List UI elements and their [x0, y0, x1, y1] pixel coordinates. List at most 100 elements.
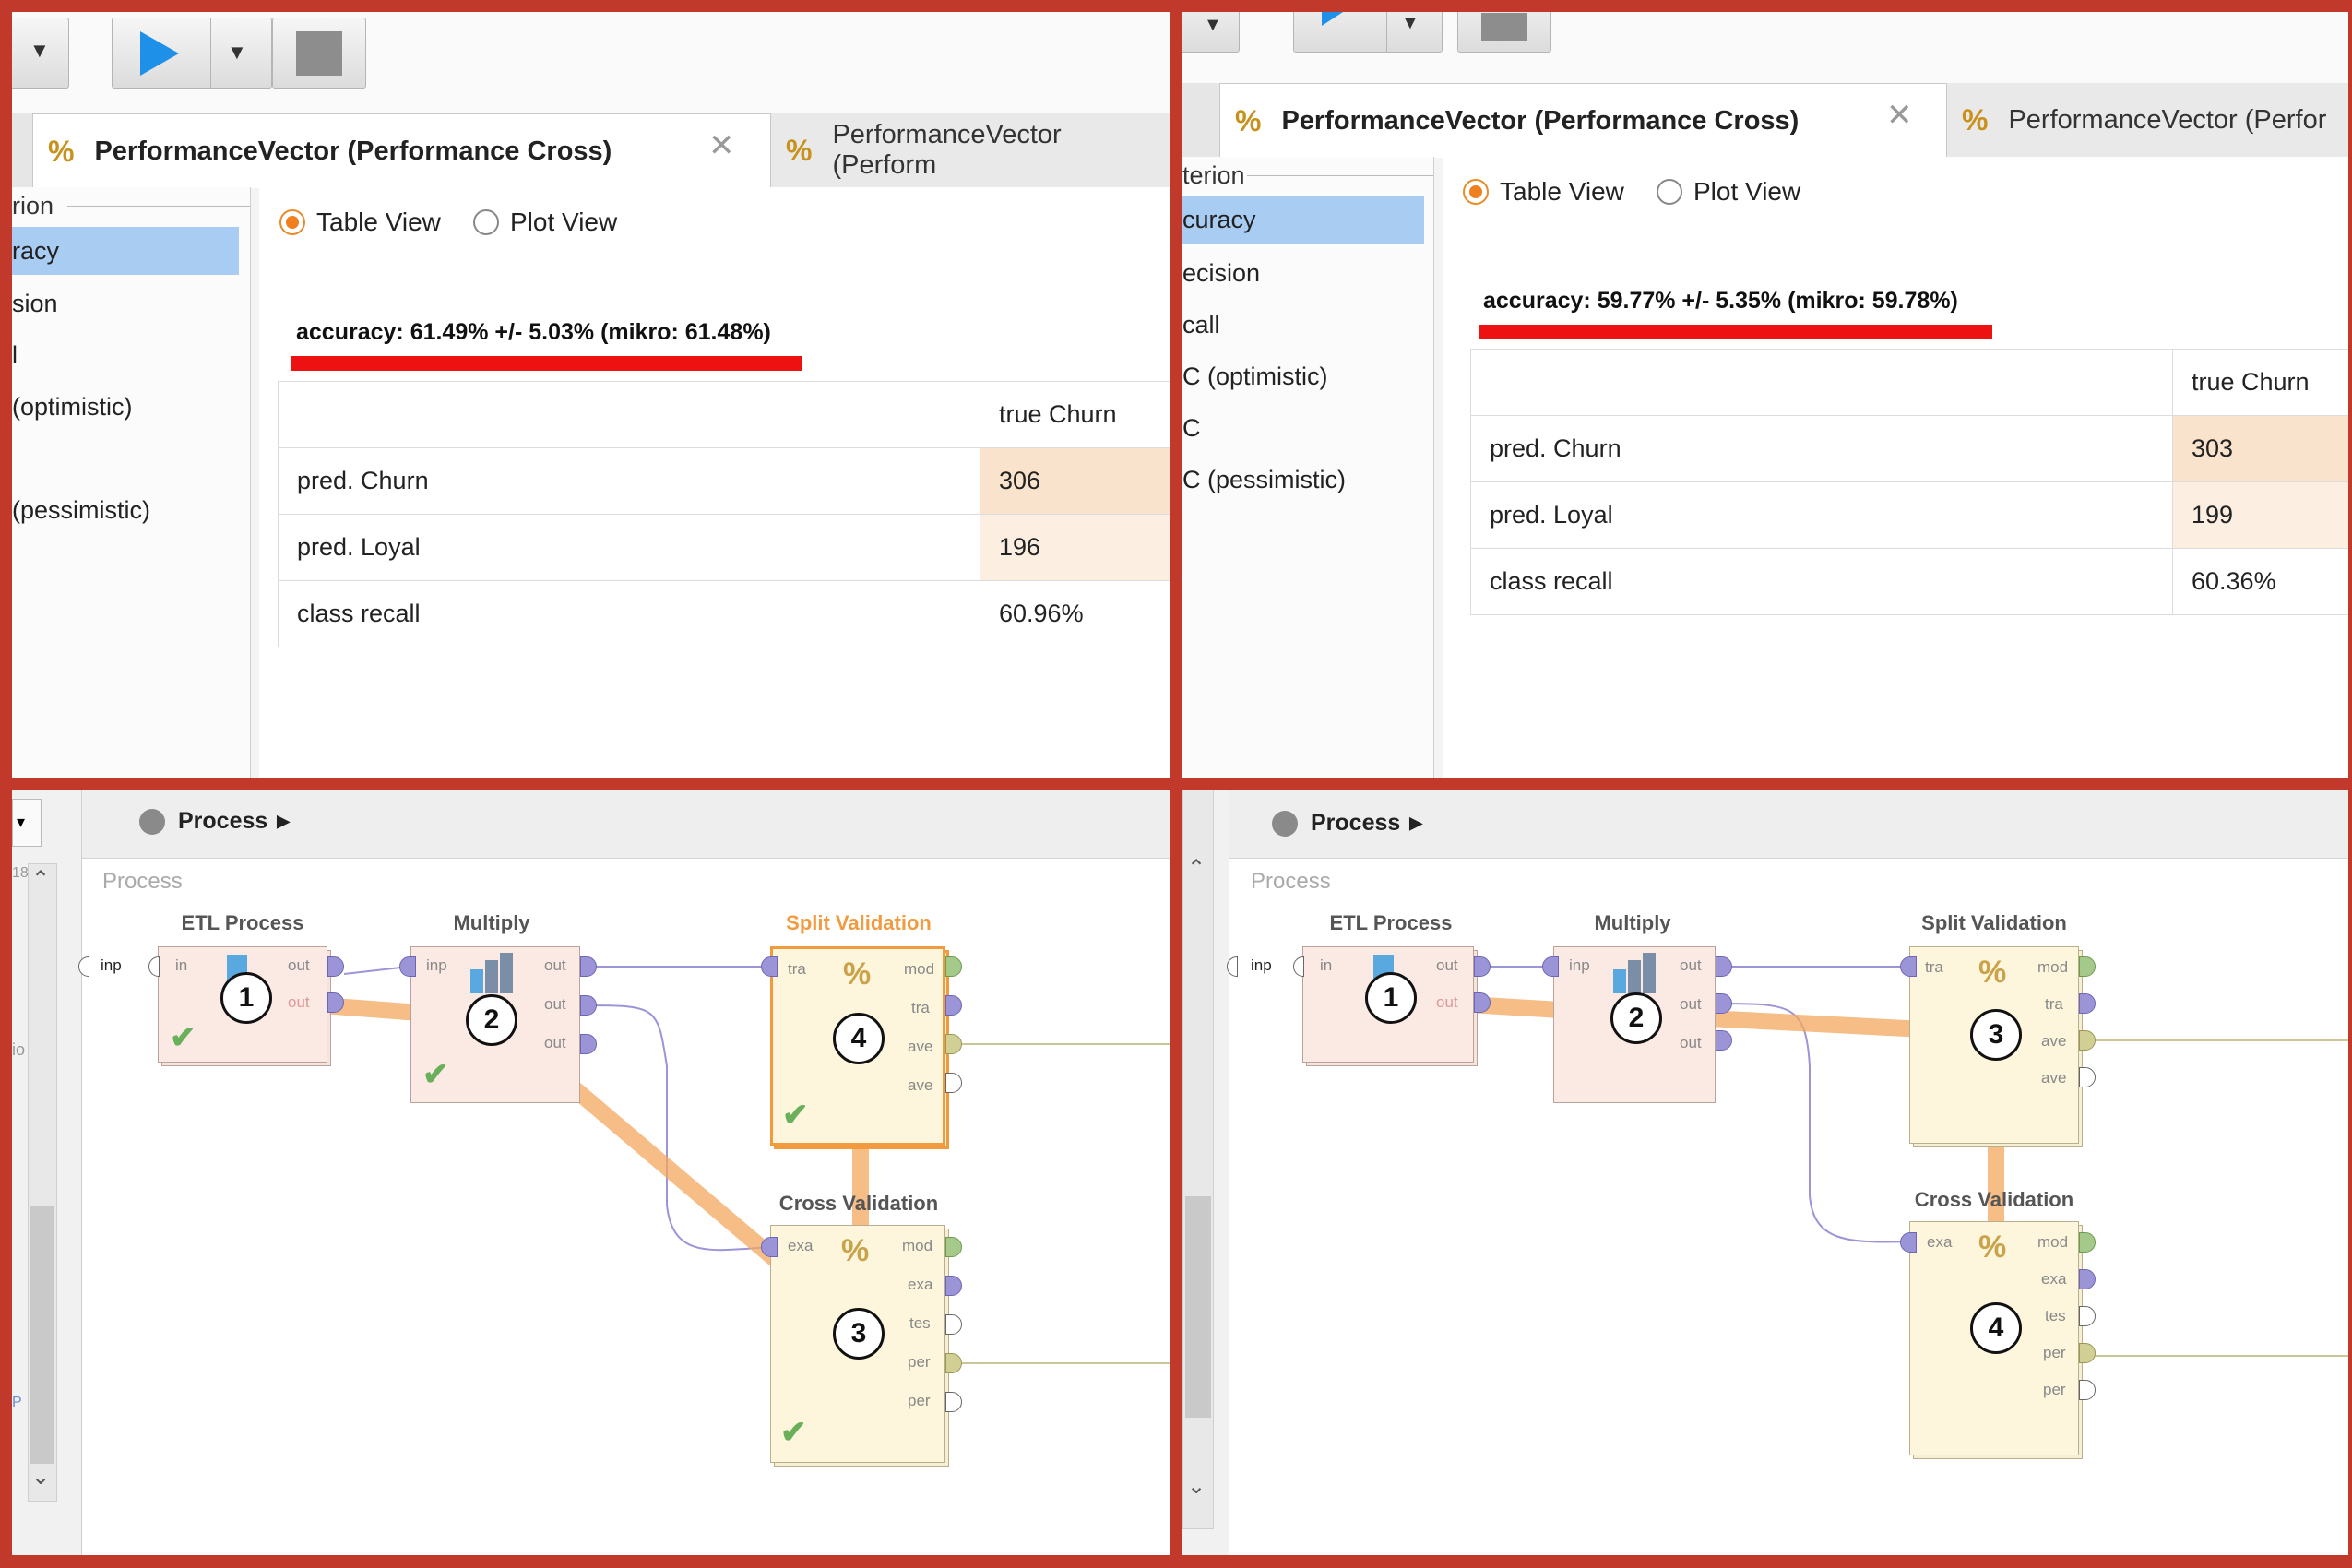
port-label: out: [1680, 956, 1702, 974]
connections: [249, 966, 1170, 1364]
criterion-accuracy[interactable]: racy: [12, 227, 239, 275]
criterion-auc-pessimistic[interactable]: C (pessimistic): [1182, 456, 1433, 504]
multiply-icon: [1613, 953, 1656, 993]
operator-name: Cross Validation: [778, 1192, 939, 1215]
port-label: out: [544, 1034, 566, 1051]
tab-performance-vector[interactable]: % PerformanceVector (Performance Cross) …: [1219, 83, 1948, 158]
criterion-auc-optimistic[interactable]: (optimistic): [12, 383, 250, 431]
cell-value: 306: [980, 447, 1170, 515]
radio-unselected-icon: [473, 209, 499, 235]
stop-button[interactable]: [1457, 12, 1551, 53]
process-panel-right: ⌃ ⌄ Process ▶ Process inp ETL Process in…: [1182, 790, 2348, 1555]
criterion-recall[interactable]: call: [1182, 301, 1433, 349]
port-label: mod: [2037, 958, 2069, 976]
plot-view-radio[interactable]: Plot View: [473, 208, 617, 237]
cell-value: 196: [980, 514, 1170, 581]
tab-label: PerformanceVector (Perform: [832, 120, 1062, 180]
process-panel-left: ▾ ⌃ ⌄ 18 io P Process ▶ Process inp ETL …: [12, 790, 1170, 1555]
port-label: out: [288, 993, 310, 1011]
run-process-button[interactable]: ▼: [112, 18, 272, 89]
tab-performance-vector[interactable]: % PerformanceVector (Performance Cross) …: [32, 113, 772, 188]
port-label: mod: [904, 960, 935, 978]
empty-cell: [1470, 349, 2173, 416]
close-icon[interactable]: ✕: [1886, 97, 1913, 134]
port-label: in: [175, 956, 188, 974]
tab-performance-vector-2[interactable]: % PerformanceVector (Perfor: [1946, 83, 2348, 157]
table-row: pred. Loyal 199: [1470, 481, 2348, 549]
close-icon[interactable]: ✕: [708, 127, 735, 164]
percent-icon: %: [1962, 102, 1989, 137]
dropdown-button[interactable]: ▼: [1182, 12, 1240, 53]
port-label: tes: [2045, 1307, 2066, 1324]
percent-icon: %: [843, 956, 872, 992]
criterion-precision[interactable]: ecision: [1182, 249, 1433, 297]
checkmark-icon: ✔: [170, 1020, 196, 1055]
tab-performance-vector-2[interactable]: % PerformanceVector (Perform: [770, 113, 1170, 187]
table-view-radio[interactable]: Table View: [279, 208, 441, 237]
execution-order-badge: 4: [1970, 1302, 2022, 1354]
toolbar: ▼ ▼: [12, 12, 1170, 113]
play-icon: [1322, 12, 1344, 26]
criterion-precision[interactable]: sion: [12, 279, 250, 327]
port-in[interactable]: [1900, 956, 1917, 977]
play-icon: [140, 31, 179, 76]
operator-name: Split Validation: [786, 911, 932, 934]
plot-view-radio[interactable]: Plot View: [1657, 177, 1800, 207]
port-in[interactable]: [399, 956, 416, 977]
operator-name: Multiply: [453, 911, 530, 934]
criterion-recall[interactable]: l: [12, 331, 250, 379]
percent-icon: %: [1235, 103, 1262, 137]
table-row: pred. Churn 303: [1470, 415, 2348, 482]
port-label: exa: [1927, 1233, 1953, 1251]
row-label: class recall: [278, 580, 980, 647]
dropdown-arrow-icon: ▼: [30, 39, 50, 62]
plot-view-label: Plot View: [510, 208, 618, 236]
stop-button[interactable]: [272, 18, 366, 89]
cell-value: 199: [2172, 481, 2348, 549]
criterion-accuracy[interactable]: curacy: [1182, 196, 1424, 244]
percent-icon: %: [1978, 1229, 2007, 1265]
criterion-auc[interactable]: C: [1182, 404, 1433, 452]
row-label: pred. Loyal: [278, 514, 980, 581]
performance-content: Table View Plot View accuracy: 59.77% +/…: [1443, 157, 2348, 778]
operator-name: Multiply: [1594, 911, 1671, 934]
highlight-underline: [1479, 325, 1992, 339]
port-label: ave: [908, 1038, 933, 1055]
run-process-button[interactable]: ▼: [1293, 12, 1443, 53]
row-label: pred. Loyal: [1470, 481, 2173, 549]
cell-value: 303: [2172, 415, 2348, 482]
table-row: pred. Churn 306: [278, 447, 1170, 515]
col-header-true-churn: true Churn: [980, 381, 1170, 448]
table-view-label: Table View: [316, 208, 441, 236]
row-label: pred. Churn: [1470, 415, 2173, 482]
checkmark-icon: ✔: [780, 1415, 807, 1450]
port-label: out: [544, 995, 566, 1013]
dropdown-arrow-icon[interactable]: ▼: [1401, 13, 1420, 34]
tab-label: PerformanceVector (Performance Cross): [1281, 105, 1800, 136]
row-label: pred. Churn: [278, 447, 980, 515]
criterion-auc-pessimistic[interactable]: (pessimistic): [12, 486, 250, 534]
operator-name: Split Validation: [1921, 911, 2067, 934]
highlight-underline: [291, 356, 802, 371]
dropdown-arrow-icon[interactable]: ▼: [227, 41, 247, 65]
execution-order-badge: 1: [220, 972, 272, 1024]
port-label: exa: [788, 1237, 814, 1254]
operator-name: ETL Process: [181, 911, 304, 934]
port-in[interactable]: [761, 1237, 778, 1257]
port-in[interactable]: [1900, 1232, 1917, 1253]
dropdown-button[interactable]: ▼: [12, 18, 69, 89]
empty-cell: [278, 381, 980, 448]
port-label: inp: [426, 956, 447, 974]
execution-order-badge: 4: [833, 1013, 885, 1064]
checkmark-icon: ✔: [422, 1057, 449, 1092]
port-label: tra: [1925, 958, 1943, 976]
port-label: per: [908, 1353, 931, 1371]
criterion-auc-optimistic[interactable]: C (optimistic): [1182, 352, 1433, 400]
criterion-auc[interactable]: [12, 434, 250, 482]
port-in[interactable]: [1542, 956, 1559, 977]
port-label: tra: [2045, 995, 2063, 1013]
confusion-matrix: true Churn pred. Churn 303 pred. Loyal 1…: [1470, 349, 2348, 615]
table-view-radio[interactable]: Table View: [1463, 177, 1624, 207]
port-in[interactable]: [761, 956, 778, 977]
operator-name: Cross Validation: [1914, 1188, 2074, 1211]
